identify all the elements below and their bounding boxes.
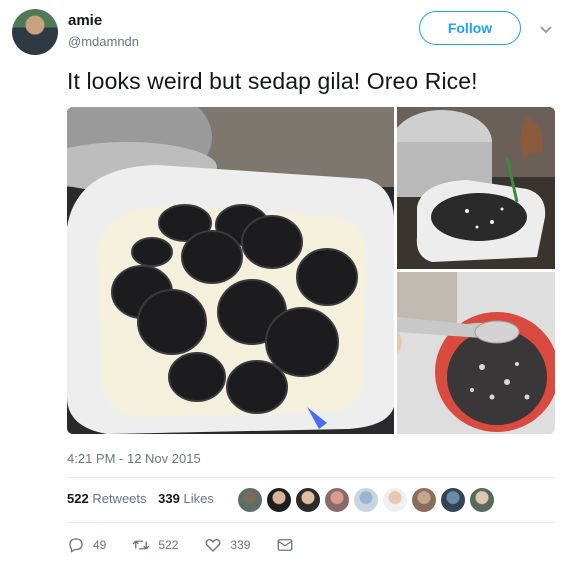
tweet-media-grid[interactable] [67, 107, 555, 434]
reply-icon [69, 538, 83, 553]
tweet-photo-main[interactable] [67, 107, 394, 434]
liker-avatars [237, 487, 498, 513]
author-name[interactable]: amie [68, 12, 102, 29]
like-count: 339 [230, 538, 251, 552]
author-avatar[interactable] [12, 9, 58, 55]
divider-bottom [67, 522, 555, 523]
heart-icon [205, 539, 221, 552]
retweet-icon [133, 540, 150, 550]
follow-button[interactable]: Follow [419, 11, 521, 45]
retweet-button[interactable]: 522 [132, 536, 178, 554]
chevron-down-icon[interactable] [539, 22, 553, 36]
tweet-text: It looks weird but sedap gila! Oreo Rice… [67, 68, 478, 94]
liker-avatar[interactable] [237, 487, 263, 513]
liker-avatar[interactable] [324, 487, 350, 513]
reply-button[interactable]: 49 [67, 536, 106, 554]
tweet-actions: 49 522 339 [67, 536, 328, 554]
liker-avatar[interactable] [382, 487, 408, 513]
tweet-timestamp[interactable]: 4:21 PM - 12 Nov 2015 [67, 451, 201, 466]
like-button[interactable]: 339 [204, 536, 250, 554]
direct-message-icon [277, 539, 293, 551]
liker-avatar[interactable] [353, 487, 379, 513]
liker-avatar[interactable] [469, 487, 495, 513]
divider-top [67, 477, 555, 478]
liker-avatar[interactable] [295, 487, 321, 513]
retweets-stat[interactable]: 522 Retweets [67, 491, 150, 506]
tweet-photo-rice-cooker[interactable] [397, 107, 555, 269]
direct-message-button[interactable] [276, 536, 302, 554]
liker-avatar[interactable] [411, 487, 437, 513]
likes-stat[interactable]: 339 Likes [158, 491, 214, 506]
likes-label: Likes [183, 491, 214, 506]
retweets-label: Retweets [92, 491, 147, 506]
author-handle[interactable]: @mdamndn [68, 34, 139, 49]
tweet-stats: 522 Retweets 339 Likes [67, 491, 214, 506]
liker-avatar[interactable] [266, 487, 292, 513]
reply-count: 49 [93, 538, 107, 552]
retweet-count: 522 [158, 538, 179, 552]
liker-avatar[interactable] [440, 487, 466, 513]
likes-count: 339 [158, 491, 180, 506]
retweets-count: 522 [67, 491, 89, 506]
tweet-photo-red-bowl[interactable] [397, 272, 555, 434]
